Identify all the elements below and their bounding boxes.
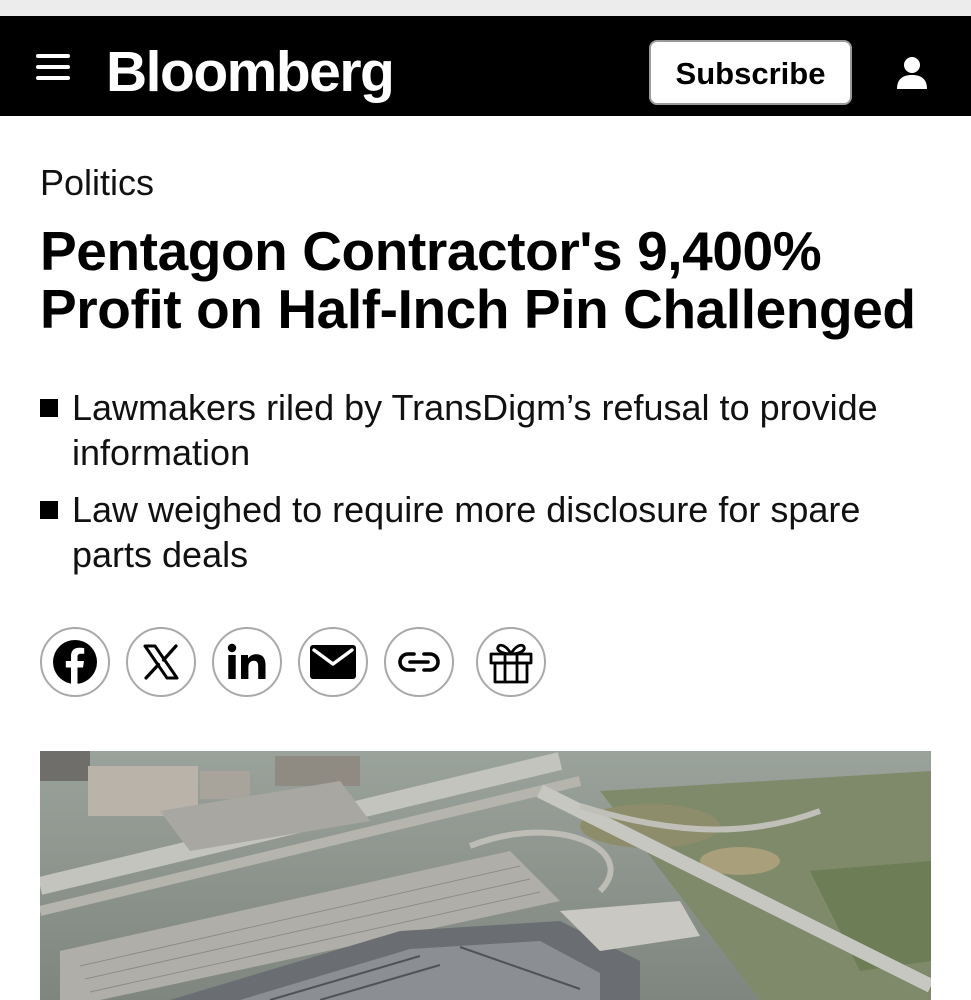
email-share-button[interactable] [298, 627, 368, 697]
copy-link-button[interactable] [384, 627, 454, 697]
summary-bullet: Lawmakers riled by TransDigm’s refusal t… [40, 385, 940, 475]
x-share-button[interactable] [126, 627, 196, 697]
bullet-square-icon [40, 399, 58, 417]
email-icon [310, 645, 356, 679]
bloomberg-logo[interactable]: Bloomberg [106, 40, 395, 104]
linkedin-share-button[interactable] [212, 627, 282, 697]
bullet-square-icon [40, 501, 58, 519]
facebook-share-button[interactable] [40, 627, 110, 697]
aerial-pentagon-photo [40, 751, 931, 1000]
menu-icon[interactable] [36, 54, 72, 80]
user-icon[interactable] [895, 56, 929, 90]
site-header: Bloomberg Subscribe [0, 16, 971, 116]
status-strip [0, 0, 971, 16]
article-category[interactable]: Politics [40, 162, 154, 204]
summary-bullet: Law weighed to require more disclosure f… [40, 487, 940, 577]
article-summary: Lawmakers riled by TransDigm’s refusal t… [40, 385, 940, 589]
subscribe-button[interactable]: Subscribe [649, 40, 852, 105]
facebook-icon [53, 640, 97, 685]
article-headline: Pentagon Contractor's 9,400% Profit on H… [40, 220, 916, 340]
link-icon [398, 652, 440, 672]
gift-article-button[interactable] [476, 627, 546, 697]
linkedin-icon [227, 643, 266, 679]
x-icon [143, 644, 179, 680]
hero-image[interactable] [40, 751, 931, 1000]
gift-icon [489, 643, 533, 684]
